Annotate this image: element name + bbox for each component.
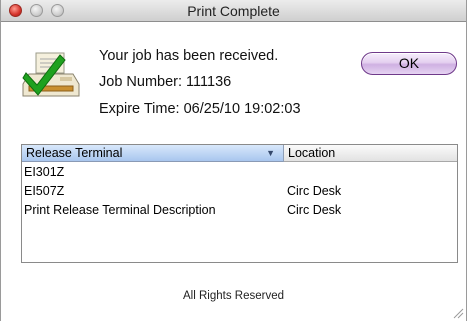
ok-button[interactable]: OK xyxy=(361,52,457,75)
resize-grip-icon[interactable] xyxy=(452,307,464,319)
job-received-text: Your job has been received. xyxy=(99,48,279,64)
window-title: Print Complete xyxy=(187,3,280,19)
table-row[interactable]: EI507Z Circ Desk xyxy=(22,182,457,201)
column-header-label: Release Terminal xyxy=(26,146,123,160)
expire-time-text: Expire Time: 06/25/10 19:02:03 xyxy=(99,101,301,117)
title-bar[interactable]: Print Complete xyxy=(1,0,466,22)
printer-with-checkmark-icon xyxy=(22,52,80,97)
location-cell: Circ Desk xyxy=(287,203,342,217)
terminal-cell: EI301Z xyxy=(24,165,65,179)
sort-descending-icon[interactable]: ▼ xyxy=(266,145,275,161)
release-terminal-table: Release Terminal ▼ Location EI301Z EI507… xyxy=(21,144,458,263)
print-complete-window: Print Complete Your job has been receive… xyxy=(0,0,467,321)
job-number-text: Job Number: 111136 xyxy=(99,74,232,90)
column-header-release-terminal[interactable]: Release Terminal ▼ xyxy=(22,145,284,162)
terminal-cell: EI507Z xyxy=(24,184,65,198)
table-row[interactable]: Print Release Terminal Description Circ … xyxy=(22,201,457,220)
column-header-location[interactable]: Location xyxy=(284,145,457,162)
terminal-cell: Print Release Terminal Description xyxy=(24,203,216,217)
footer-text: All Rights Reserved xyxy=(183,290,284,302)
table-header: Release Terminal ▼ Location xyxy=(22,145,457,162)
location-cell: Circ Desk xyxy=(287,184,342,198)
table-row[interactable]: EI301Z xyxy=(22,163,457,182)
